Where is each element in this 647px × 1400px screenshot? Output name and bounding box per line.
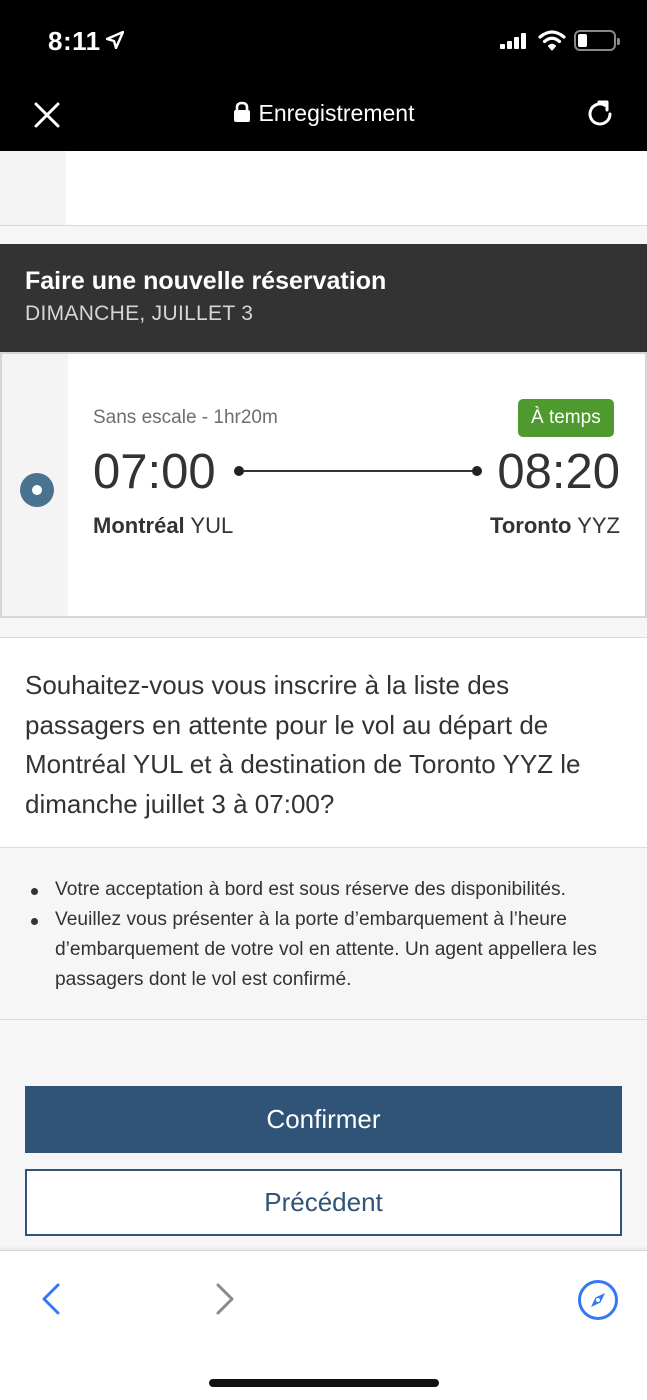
departure-city-name: Montréal	[93, 513, 185, 538]
nav-title-text: Enregistrement	[258, 100, 415, 126]
status-time: 8:11	[48, 26, 101, 56]
confirm-button[interactable]: Confirmer	[25, 1086, 622, 1153]
arrival-code: YYZ	[577, 513, 620, 538]
flight-radio-selected[interactable]	[20, 473, 54, 507]
reservation-date: DIMANCHE, JUILLET 3	[25, 302, 254, 325]
location-arrow-icon	[106, 31, 124, 49]
reload-icon[interactable]	[584, 98, 616, 130]
arrival-city-name: Toronto	[490, 513, 572, 538]
departure-time: 07:00	[93, 445, 216, 499]
forward-icon[interactable]	[210, 1281, 238, 1317]
previous-button[interactable]: Précédent	[25, 1169, 622, 1236]
standby-question: Souhaitez-vous vous inscrire à la liste …	[25, 670, 581, 819]
previous-card-side	[0, 151, 66, 225]
cellular-signal-icon	[500, 33, 526, 49]
departure-city: Montréal YUL	[93, 513, 233, 539]
previous-card-strip	[0, 151, 647, 226]
notes-list: Votre acceptation à bord est sous réserv…	[31, 875, 622, 995]
notes-section: Votre acceptation à bord est sous réserv…	[0, 848, 647, 1020]
note-item: Votre acceptation à bord est sous réserv…	[31, 875, 622, 905]
battery-icon	[574, 30, 620, 51]
flight-card[interactable]: Sans escale - 1hr20m À temps 07:00 08:20…	[0, 352, 647, 618]
safari-icon[interactable]	[576, 1278, 620, 1322]
arrival-time: 08:20	[497, 445, 620, 499]
note-item: Veuillez vous présenter à la porte d’emb…	[31, 905, 622, 995]
wifi-icon	[538, 30, 566, 51]
top-bar: 8:11 Enregistrement	[0, 0, 647, 151]
route-line	[234, 466, 482, 476]
standby-question-section: Souhaitez-vous vous inscrire à la liste …	[0, 637, 647, 848]
flight-info: Sans escale - 1hr20m	[93, 407, 278, 428]
lock-icon	[233, 101, 250, 122]
nav-title: Enregistrement	[0, 100, 647, 127]
arrival-city: Toronto YYZ	[490, 513, 620, 539]
status-badge: À temps	[518, 399, 614, 437]
reservation-header: Faire une nouvelle réservation DIMANCHE,…	[0, 244, 647, 352]
home-indicator	[209, 1379, 439, 1387]
departure-code: YUL	[190, 513, 234, 538]
browser-bottom-bar	[0, 1250, 647, 1400]
back-icon[interactable]	[38, 1281, 66, 1317]
reservation-title: Faire une nouvelle réservation	[25, 267, 387, 295]
